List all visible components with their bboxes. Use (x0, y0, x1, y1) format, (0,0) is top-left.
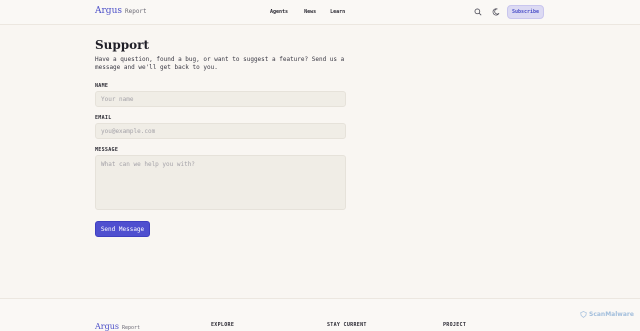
theme-toggle-button[interactable] (491, 7, 501, 17)
nav-link-agents[interactable]: Agents (270, 9, 288, 15)
name-label: NAME (95, 83, 109, 89)
footer-brand-subtitle: Report (121, 325, 141, 331)
brand-name: Argus (95, 6, 122, 16)
shield-icon (580, 311, 587, 318)
search-icon (474, 8, 482, 16)
main-nav: Agents News Learn (270, 9, 345, 15)
brand-subtitle: Report (124, 8, 147, 15)
send-message-button[interactable]: Send Message (95, 221, 150, 237)
scanmalware-watermark: ScanMalware (580, 311, 634, 318)
footer-brand[interactable]: Argus Report (95, 322, 140, 331)
watermark-text: ScanMalware (589, 311, 634, 318)
email-input[interactable] (95, 123, 346, 139)
message-label: MESSAGE (95, 147, 119, 153)
name-input[interactable] (95, 91, 346, 107)
moon-icon (492, 8, 500, 16)
page-title: Support (95, 38, 150, 52)
footer-heading-stay-current: STAY CURRENT (327, 322, 367, 328)
message-textarea[interactable] (95, 155, 346, 210)
subscribe-button[interactable]: Subscribe (507, 5, 544, 19)
email-label: EMAIL (95, 115, 112, 121)
footer-heading-explore: EXPLORE (211, 322, 235, 328)
brand-logo[interactable]: Argus Report (95, 6, 147, 16)
page-intro: Have a question, found a bug, or want to… (95, 56, 345, 71)
nav-link-news[interactable]: News (304, 9, 316, 15)
search-button[interactable] (473, 7, 483, 17)
nav-link-learn[interactable]: Learn (330, 9, 345, 15)
site-header: Argus Report Agents News Learn Subscribe (0, 0, 640, 25)
footer-heading-project: PROJECT (443, 322, 467, 328)
site-footer: Argus Report EXPLORE STAY CURRENT PROJEC… (0, 298, 640, 331)
footer-brand-name: Argus (95, 322, 119, 331)
